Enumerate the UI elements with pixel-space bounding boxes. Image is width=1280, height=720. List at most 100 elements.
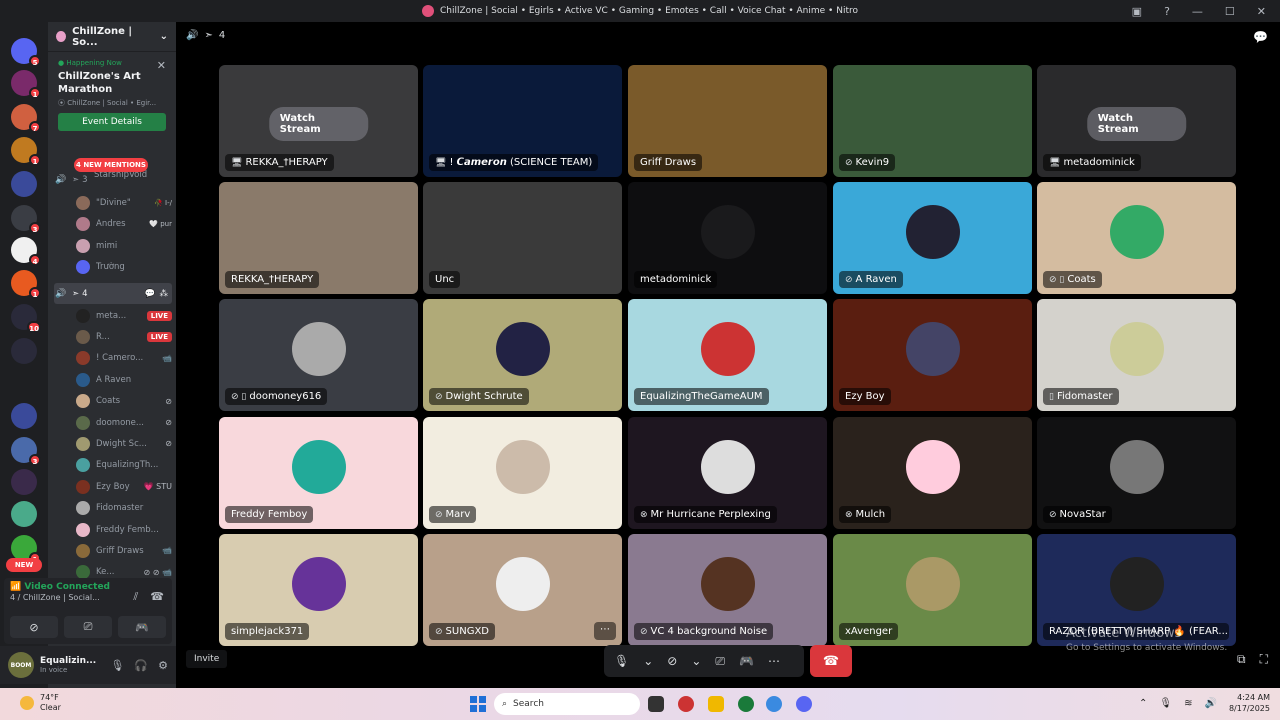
camera-off-button[interactable]: ⊘ (10, 616, 58, 638)
server-icon[interactable] (11, 338, 37, 364)
close-icon[interactable]: ✕ (157, 59, 166, 72)
invite-button[interactable]: Invite (186, 650, 228, 668)
minimize-button[interactable]: — (1192, 5, 1203, 18)
voice-user[interactable]: Griff Draws 📹 (76, 540, 172, 561)
popout-icon[interactable]: ⧉ (1237, 652, 1246, 667)
voice-user[interactable]: Freddy Femb... (76, 519, 172, 540)
video-tile[interactable]: Watch Stream 🖥 metadominick (1037, 65, 1236, 177)
server-icon[interactable] (11, 501, 37, 527)
video-tile[interactable]: ⊘ VC 4 background Noise (628, 534, 827, 646)
watch-stream-button[interactable]: Watch Stream (1086, 107, 1187, 141)
discord-icon[interactable] (796, 696, 812, 712)
volume-icon[interactable]: 🔊 (1205, 698, 1217, 709)
video-tile[interactable]: metadominick (628, 182, 827, 294)
voice-user[interactable]: Ezy Boy 💗 STU (76, 476, 172, 497)
server-icon[interactable]: 3 (11, 437, 41, 466)
fullscreen-icon[interactable]: ⛶ (1260, 652, 1268, 667)
screen-share-icon[interactable]: ⎚ (715, 654, 725, 669)
voice-user[interactable]: Fidomaster (76, 498, 172, 519)
task-view-icon[interactable] (648, 696, 664, 712)
video-tile[interactable]: ⊘ A Raven (833, 182, 1032, 294)
server-icon[interactable]: 1 (11, 70, 41, 99)
voice-user[interactable]: doomone... ⊘ (76, 412, 172, 433)
maximize-button[interactable]: ☐ (1225, 5, 1235, 18)
file-explorer-icon[interactable] (708, 696, 724, 712)
activity-button[interactable]: 🎮 (118, 616, 166, 638)
camera-off-icon[interactable]: ⊘ (667, 654, 677, 668)
voice-channel-channel4[interactable]: 🔊 ➣ 4 💬 ⁂ (54, 283, 172, 304)
voice-user[interactable]: mimi (76, 235, 172, 256)
video-tile[interactable]: Freddy Femboy (219, 417, 418, 529)
video-tile[interactable]: EqualizingTheGameAUM (628, 299, 827, 411)
chat-icon[interactable]: 💬 (1253, 30, 1268, 44)
server-icon[interactable]: 7 (11, 104, 41, 133)
watch-stream-button[interactable]: Watch Stream (268, 107, 369, 141)
video-tile[interactable]: ⊘ SUNGXD ⋯ (423, 534, 622, 646)
server-icon[interactable] (11, 403, 37, 429)
server-icon[interactable]: 1 (11, 270, 41, 299)
video-tile[interactable]: ⊘ Marv (423, 417, 622, 529)
video-tile[interactable]: ⊘ NovaStar (1037, 417, 1236, 529)
microphone-icon[interactable]: 🎙 (614, 654, 629, 668)
activity-icon[interactable]: 🎮 (739, 654, 754, 668)
more-icon[interactable]: ⋯ (768, 654, 780, 668)
close-button[interactable]: ✕ (1257, 5, 1266, 18)
video-tile[interactable]: ⊘ Dwight Schrute (423, 299, 622, 411)
noise-suppression-icon[interactable]: ⫽ (133, 590, 138, 604)
server-icon[interactable]: 1 (11, 137, 41, 166)
server-icon[interactable]: 4 (11, 237, 41, 266)
video-tile[interactable]: ⊘ Kevin9 (833, 65, 1032, 177)
event-details-button[interactable]: Event Details (58, 113, 166, 131)
app-icon[interactable] (678, 696, 694, 712)
server-icon[interactable] (11, 469, 37, 495)
server-icon[interactable]: 5 (11, 38, 41, 67)
video-tile[interactable]: xAvenger (833, 534, 1032, 646)
chevron-up-icon[interactable]: ⌃ (1139, 698, 1147, 709)
leave-call-button[interactable]: ☎ (810, 645, 852, 677)
gear-icon[interactable]: ⚙ (158, 659, 168, 672)
avatar[interactable]: BOOM (8, 652, 34, 678)
voice-user[interactable]: Coats ⊘ (76, 391, 172, 412)
wifi-icon[interactable]: ≋ (1184, 698, 1192, 709)
taskbar-search[interactable]: ⌕ Search (494, 693, 640, 715)
voice-user[interactable]: "Divine" 🥀 I-/ (76, 192, 172, 213)
video-tile[interactable]: Ezy Boy (833, 299, 1032, 411)
weather-widget[interactable]: 74°F Clear (20, 693, 61, 713)
new-pill[interactable]: NEW (6, 558, 42, 572)
video-tile[interactable]: ⊗ Mulch (833, 417, 1032, 529)
headphones-icon[interactable]: 🎧 (134, 659, 148, 672)
voice-channel-channel3[interactable]: 🔊 ➣ 3 (54, 169, 172, 190)
microphone-icon[interactable]: 🎙 (110, 659, 124, 672)
voice-user[interactable]: EqualizingTh... (76, 455, 172, 476)
video-tile[interactable]: ⊗ Mr Hurricane Perplexing (628, 417, 827, 529)
video-tile[interactable]: Unc (423, 182, 622, 294)
video-tile[interactable]: REKKA_†HERAPY (219, 182, 418, 294)
chevron-down-icon[interactable]: ⌄ (643, 654, 653, 668)
chat-icon[interactable]: 💬 (145, 289, 156, 299)
video-tile[interactable]: 🖥! 𝘾𝙖𝙢𝙚𝙧𝙤𝙣 (SCIENCE TEAM) (423, 65, 622, 177)
server-icon[interactable] (11, 171, 37, 197)
microphone-icon[interactable]: 🎙 (1159, 698, 1172, 709)
chevron-down-icon[interactable]: ⌄ (691, 654, 701, 668)
voice-user[interactable]: A Raven (76, 369, 172, 390)
voice-user[interactable]: meta... LIVE (76, 305, 172, 326)
disconnect-icon[interactable]: ☎ (150, 590, 164, 604)
video-tile[interactable]: ▯ Fidomaster (1037, 299, 1236, 411)
xbox-icon[interactable] (738, 696, 754, 712)
chrome-icon[interactable] (766, 696, 782, 712)
inbox-icon[interactable]: ▣ (1132, 5, 1142, 18)
video-tile[interactable]: ⊘ ▯ doomoney616 (219, 299, 418, 411)
video-tile[interactable]: ⊘ ▯ Coats (1037, 182, 1236, 294)
server-icon[interactable]: 10 (11, 304, 41, 333)
voice-user[interactable]: Andres 🤍 pur (76, 214, 172, 235)
more-options-button[interactable]: ⋯ (594, 622, 616, 640)
add-user-icon[interactable]: ⁂ (160, 289, 169, 299)
voice-user[interactable]: R... LIVE (76, 326, 172, 347)
voice-user[interactable]: ! Camero... 📹 (76, 348, 172, 369)
video-tile[interactable]: simplejack371 (219, 534, 418, 646)
start-button[interactable] (470, 696, 486, 712)
voice-user[interactable]: Trường (76, 257, 172, 278)
screen-share-button[interactable]: ⎚ (64, 616, 112, 638)
clock[interactable]: 4:24 AM 8/17/2025 (1229, 692, 1270, 714)
server-header[interactable]: ChillZone | So... ⌄ (48, 22, 176, 52)
